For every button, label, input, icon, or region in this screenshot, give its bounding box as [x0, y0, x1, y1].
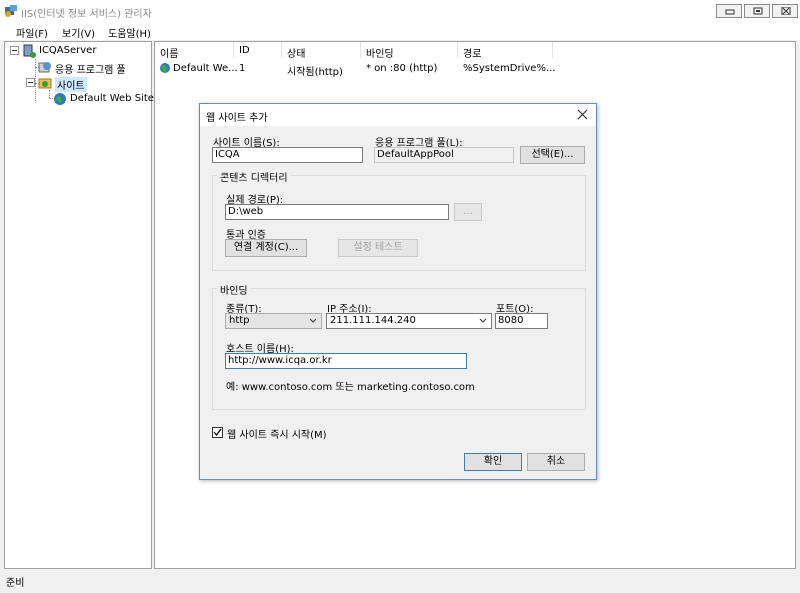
chevron-down-icon [479, 318, 487, 323]
menu-file[interactable]: 파일(F) [16, 25, 48, 40]
tree-label-server: ICQAServer [39, 45, 97, 56]
select-app-pool-button[interactable]: 선택(E)... [520, 146, 585, 164]
column-id[interactable]: ID [239, 45, 250, 56]
add-website-dialog: 웹 사이트 추가 사이트 이름(S): ICQA 응용 프로그램 풀(L): D… [199, 103, 597, 480]
tree-line [35, 59, 36, 101]
tree-label-sites: 사이트 [55, 77, 87, 92]
status-text: 준비 [6, 578, 25, 589]
window-title: IIS(인터넷 정보 서비스) 관리자 [21, 9, 152, 20]
tree-item-default-web-site[interactable]: Default Web Site [53, 92, 154, 106]
test-settings-button[interactable]: 설정 테스트 [338, 239, 418, 257]
minimize-button[interactable] [716, 4, 742, 18]
ip-address-value: 211.111.144.240 [330, 315, 416, 326]
type-select[interactable]: http [225, 313, 322, 329]
start-now-label[interactable]: 웹 사이트 즉시 시작(M) [227, 426, 327, 441]
minimize-icon [725, 9, 735, 15]
column-binding[interactable]: 바인딩 [366, 45, 394, 60]
column-separator [457, 42, 458, 58]
collapse-sites-icon[interactable] [26, 78, 35, 87]
cell-name: Default We... [173, 63, 238, 74]
column-separator [552, 42, 553, 58]
column-status[interactable]: 상태 [287, 45, 305, 60]
column-separator [233, 42, 234, 58]
cell-id: 1 [239, 63, 246, 74]
restore-icon [753, 7, 763, 15]
host-name-input[interactable]: http://www.icqa.or.kr [225, 353, 467, 369]
host-example-text: 예: www.contoso.com 또는 marketing.contoso.… [226, 382, 475, 393]
connect-as-button[interactable]: 연결 계정(C)... [225, 239, 307, 257]
column-path[interactable]: 경로 [463, 45, 481, 60]
menu-help[interactable]: 도움말(H) [108, 25, 151, 40]
column-separator [281, 42, 282, 58]
tree-item-server[interactable]: ICQAServer [22, 44, 142, 58]
checkmark-icon [213, 428, 222, 437]
collapse-server-icon[interactable] [10, 46, 19, 55]
app-pool-field: DefaultAppPool [374, 147, 514, 163]
cell-path: %SystemDrive%... [463, 63, 556, 74]
ok-button[interactable]: 확인 [464, 453, 522, 471]
physical-path-input[interactable]: D:\web [225, 204, 449, 220]
ip-address-select[interactable]: 211.111.144.240 [326, 313, 492, 329]
dialog-title-bar: 웹 사이트 추가 [200, 104, 596, 126]
maximize-button[interactable] [744, 4, 770, 18]
site-name-input[interactable]: ICQA [212, 147, 363, 163]
dialog-title: 웹 사이트 추가 [206, 113, 268, 124]
sites-folder-icon [38, 78, 52, 89]
status-bar: 준비 [0, 570, 800, 593]
tree-label-app-pools: 응용 프로그램 풀 [55, 65, 126, 76]
start-now-checkbox[interactable] [212, 427, 223, 438]
menu-bar: 파일(F) 보기(V) 도움말(H) [0, 22, 800, 40]
window-title-bar: IIS(인터넷 정보 서비스) 관리자 [0, 0, 800, 22]
iis-app-icon [5, 5, 17, 17]
column-separator [360, 42, 361, 58]
menu-view[interactable]: 보기(V) [62, 25, 95, 40]
dialog-close-icon[interactable] [577, 109, 588, 120]
globe-icon [54, 93, 66, 105]
binding-title: 바인딩 [217, 282, 251, 297]
tree-item-sites[interactable]: 사이트 [38, 76, 98, 92]
port-input[interactable]: 8080 [495, 313, 548, 329]
cell-status: 시작됨(http) [287, 67, 343, 78]
browse-path-button[interactable]: ... [454, 203, 482, 221]
globe-icon [160, 63, 170, 73]
tree-label-default-web-site: Default Web Site [70, 93, 154, 104]
close-window-button[interactable] [772, 4, 798, 18]
content-directory-title: 콘텐츠 디렉터리 [217, 169, 291, 184]
cancel-button[interactable]: 취소 [527, 453, 585, 471]
cell-binding: * on :80 (http) [366, 63, 438, 74]
column-name[interactable]: 이름 [160, 45, 178, 60]
app-pool-icon [38, 62, 51, 73]
server-icon [23, 44, 36, 58]
connections-tree: ICQAServer 응용 프로그램 풀 사이트 Default Web Sit… [4, 41, 154, 569]
tree-line [49, 90, 50, 98]
chevron-down-icon [309, 318, 317, 323]
type-select-value: http [229, 315, 250, 326]
close-icon [781, 7, 791, 15]
tree-item-app-pools[interactable]: 응용 프로그램 풀 [38, 60, 148, 76]
